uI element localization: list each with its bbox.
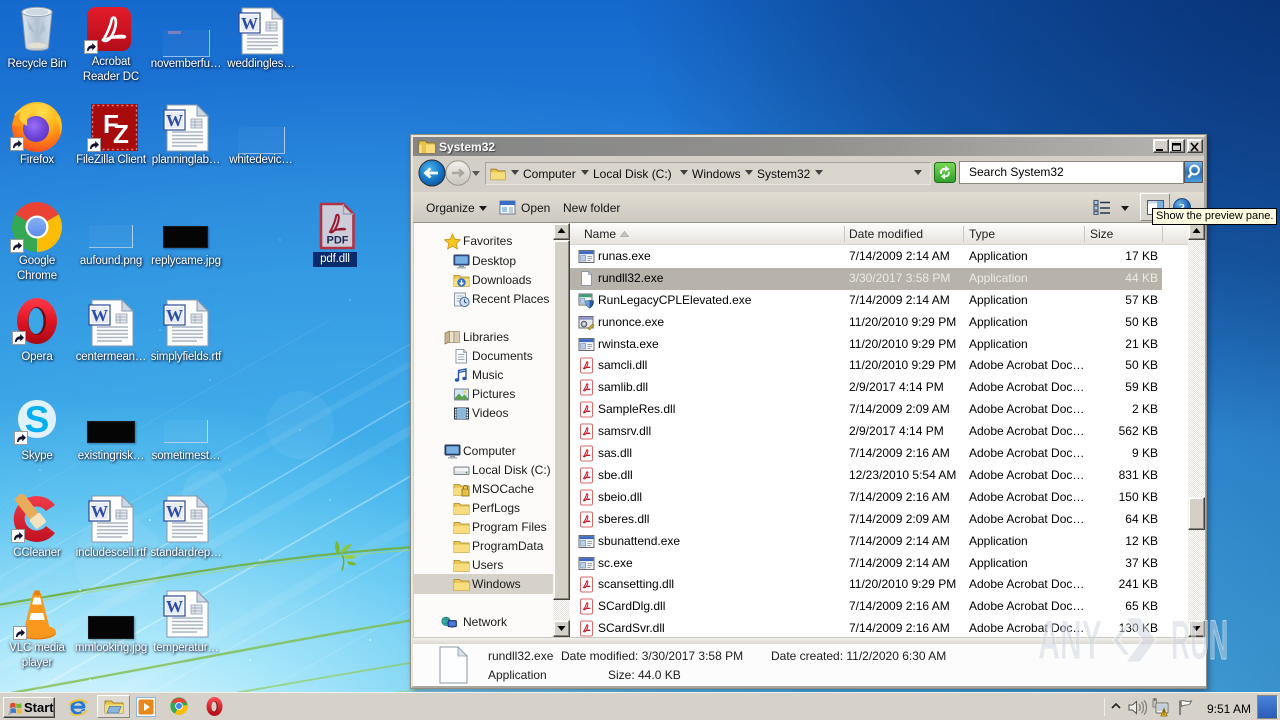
svg-text:W: W	[166, 502, 183, 521]
svg-text:W: W	[166, 597, 183, 616]
svg-text:W: W	[166, 111, 183, 130]
svg-text:ANY: ANY	[1038, 610, 1102, 670]
svg-text:RUN: RUN	[1171, 610, 1228, 670]
svg-text:S: S	[25, 399, 50, 440]
svg-text:W: W	[166, 306, 183, 325]
svg-text:!: !	[1163, 711, 1165, 717]
svg-text:W: W	[91, 502, 108, 521]
svg-text:W: W	[241, 14, 258, 33]
svg-text:PDF: PDF	[327, 235, 349, 247]
svg-text:Z: Z	[113, 119, 129, 149]
svg-text:W: W	[91, 306, 108, 325]
